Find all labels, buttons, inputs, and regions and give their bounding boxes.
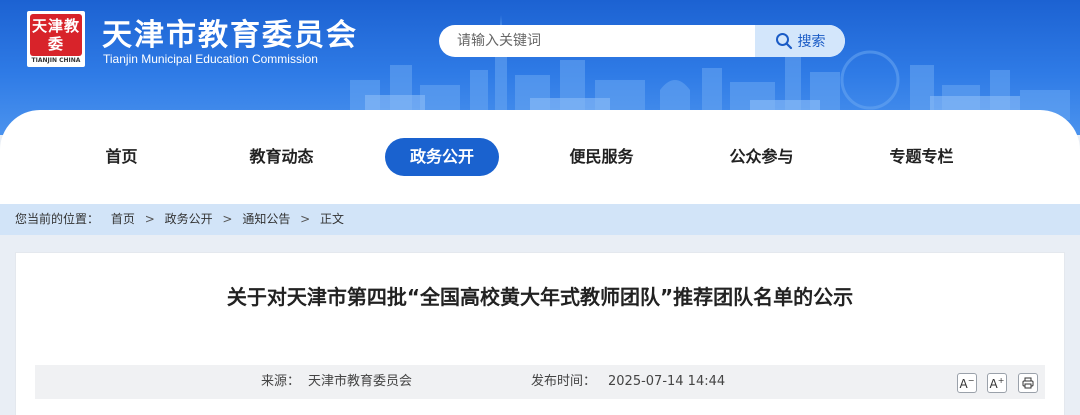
article-panel: 关于对天津市第四批“全国高校黄大年式教师团队”推荐团队名单的公示 来源： 天津市… xyxy=(15,252,1065,415)
nav-item-education-news[interactable]: 教育动态 xyxy=(224,138,339,176)
search-icon xyxy=(775,33,792,50)
breadcrumb: 您当前的位置： 首页 > 政务公开 > 通知公告 > 正文 xyxy=(0,204,1080,235)
publish-time-value: 2025-07-14 14:44 xyxy=(608,374,726,389)
nav-item-government-affairs[interactable]: 政务公开 xyxy=(385,138,499,176)
logo-seal: 天津教委 xyxy=(30,14,82,56)
site-subtitle: Tianjin Municipal Education Commission xyxy=(103,52,318,66)
nav-item-public-participation[interactable]: 公众参与 xyxy=(704,138,819,176)
print-button[interactable] xyxy=(1018,373,1038,393)
printer-icon xyxy=(1022,377,1034,389)
increase-font-icon: A+ xyxy=(989,375,1005,391)
main-nav: 首页 教育动态 政务公开 便民服务 公众参与 专题专栏 xyxy=(0,110,1080,205)
logo-caption: TIANJIN CHINA xyxy=(31,57,81,64)
decrease-font-icon: A− xyxy=(959,375,975,391)
nav-item-convenience-services[interactable]: 便民服务 xyxy=(544,138,659,176)
breadcrumb-item-current: 正文 xyxy=(320,212,345,226)
article-title: 关于对天津市第四批“全国高校黄大年式教师团队”推荐团队名单的公示 xyxy=(226,285,854,309)
breadcrumb-item-home[interactable]: 首页 xyxy=(111,204,135,235)
increase-font-button[interactable]: A+ xyxy=(987,373,1007,393)
publish-time-label: 发布时间： xyxy=(531,374,597,389)
search-bar: 搜索 xyxy=(439,25,845,57)
source-label: 来源： xyxy=(261,374,301,389)
breadcrumb-item-government-affairs[interactable]: 政务公开 xyxy=(165,204,213,235)
breadcrumb-separator: > xyxy=(144,212,155,226)
breadcrumb-separator: > xyxy=(300,212,311,226)
nav-item-home[interactable]: 首页 xyxy=(64,138,179,176)
search-input[interactable] xyxy=(457,25,757,57)
breadcrumb-separator: > xyxy=(222,212,233,226)
site-title[interactable]: 天津市教育委员会 xyxy=(102,10,358,54)
search-button[interactable]: 搜索 xyxy=(755,25,845,57)
nav-item-special-topics[interactable]: 专题专栏 xyxy=(864,138,979,176)
logo-seal-text: 天津教委 xyxy=(31,17,80,53)
breadcrumb-prefix: 您当前的位置： xyxy=(15,212,100,226)
breadcrumb-item-notices[interactable]: 通知公告 xyxy=(242,204,290,235)
decrease-font-button[interactable]: A− xyxy=(957,373,977,393)
source-value: 天津市教育委员会 xyxy=(308,374,413,389)
site-logo[interactable]: 天津教委 TIANJIN CHINA xyxy=(27,11,85,67)
article-meta-bar: 来源： 天津市教育委员会 发布时间： 2025-07-14 14:44 A− A… xyxy=(35,365,1045,399)
search-button-label: 搜索 xyxy=(797,34,826,50)
